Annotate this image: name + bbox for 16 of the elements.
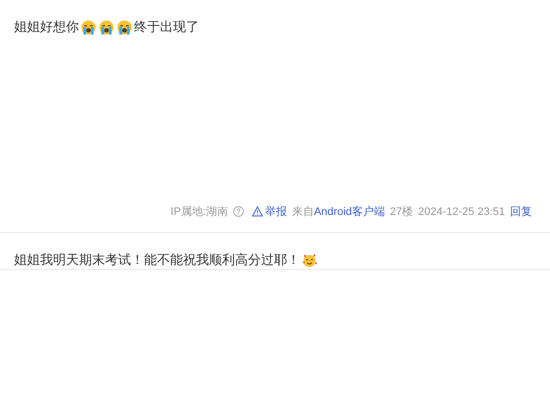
client-link[interactable]: Android客户端 xyxy=(314,206,385,218)
crying-emoji-icon xyxy=(81,20,96,34)
post-time: 2024-12-25 23:51 xyxy=(418,206,505,218)
crying-emoji-icon xyxy=(117,20,132,34)
ip-location: IP属地:湖南 xyxy=(170,205,228,219)
source-text: 来自Android客户端 xyxy=(292,204,385,219)
report-link[interactable]: 举报 xyxy=(252,204,287,219)
floor-number: 27楼 xyxy=(390,205,414,219)
reply-link[interactable]: 回复 xyxy=(510,204,532,219)
help-icon[interactable] xyxy=(232,206,244,217)
post-text: 终于出现了 xyxy=(134,18,199,36)
warning-icon xyxy=(252,206,263,217)
smiling-hearts-emoji-icon xyxy=(302,252,317,268)
post-text: 姐姐我明天期末考试！能不能祝我顺利高分过耶！ xyxy=(14,251,300,269)
post-text: 姐姐好想你 xyxy=(14,18,79,36)
crying-emoji-icon xyxy=(99,20,114,34)
